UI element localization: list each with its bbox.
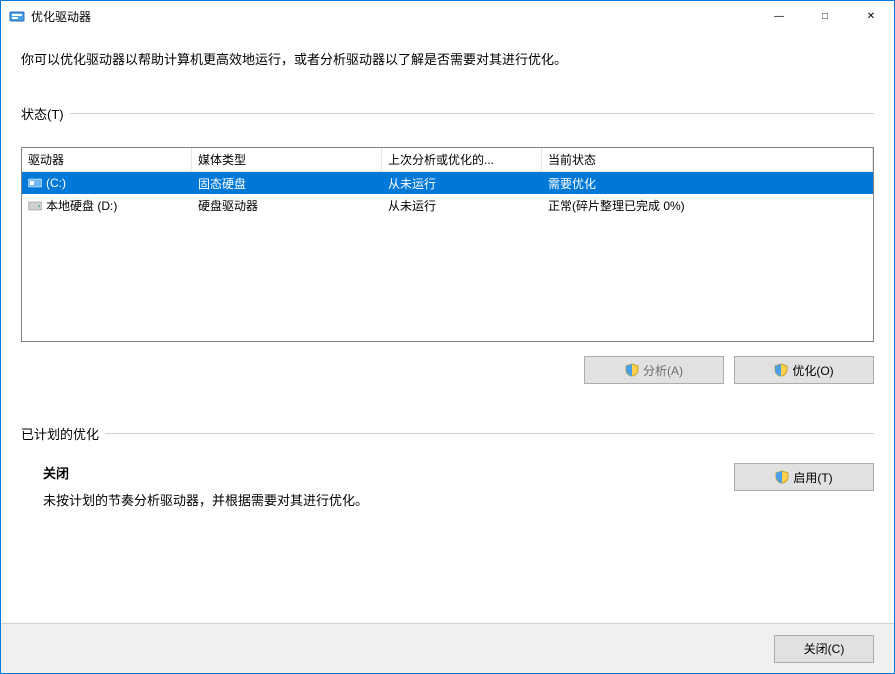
window-title: 优化驱动器 [31, 8, 91, 25]
drive-list[interactable]: 驱动器 媒体类型 上次分析或优化的... 当前状态 (C:) 固态硬盘 从未运行… [21, 147, 874, 342]
schedule-status-title: 关闭 [43, 463, 368, 482]
ssd-icon [28, 177, 42, 189]
schedule-text: 关闭 未按计划的节奏分析驱动器，并根据需要对其进行优化。 [21, 463, 368, 509]
header-last[interactable]: 上次分析或优化的... [382, 148, 542, 171]
drive-c-state: 需要优化 [542, 175, 873, 192]
footer: 关闭(C) [1, 623, 894, 673]
close-button-label: 关闭(C) [804, 640, 845, 657]
app-icon [9, 8, 25, 24]
drive-c-last: 从未运行 [382, 175, 542, 192]
schedule-section: 已计划的优化 关闭 未按计划的节奏分析驱动器，并根据需要对其进行优化。 启用(T… [21, 424, 874, 509]
analyze-button[interactable]: 分析(A) [584, 356, 724, 384]
drive-list-header: 驱动器 媒体类型 上次分析或优化的... 当前状态 [22, 148, 873, 172]
drive-c-name: (C:) [46, 176, 66, 190]
shield-icon [625, 363, 639, 377]
drive-d-media: 硬盘驱动器 [192, 197, 382, 214]
titlebar: 优化驱动器 — □ ✕ [1, 1, 894, 31]
optimize-button-label: 优化(O) [792, 362, 833, 379]
optimize-button[interactable]: 优化(O) [734, 356, 874, 384]
drive-d-state: 正常(碎片整理已完成 0%) [542, 197, 873, 214]
analyze-button-label: 分析(A) [643, 362, 683, 379]
drive-row-d[interactable]: 本地硬盘 (D:) 硬盘驱动器 从未运行 正常(碎片整理已完成 0%) [22, 194, 873, 216]
status-section: 状态(T) 驱动器 媒体类型 上次分析或优化的... 当前状态 (C:) 固态硬… [21, 104, 874, 384]
status-legend: 状态(T) [21, 104, 70, 123]
enable-button-label: 启用(T) [793, 469, 832, 486]
drive-row-c[interactable]: (C:) 固态硬盘 从未运行 需要优化 [22, 172, 873, 194]
header-drive[interactable]: 驱动器 [22, 148, 192, 171]
header-media[interactable]: 媒体类型 [192, 148, 382, 171]
hdd-icon [28, 200, 42, 210]
enable-schedule-button[interactable]: 启用(T) [734, 463, 874, 491]
description-text: 你可以优化驱动器以帮助计算机更高效地运行，或者分析驱动器以了解是否需要对其进行优… [21, 49, 874, 68]
close-button[interactable]: 关闭(C) [774, 635, 874, 663]
window-controls: — □ ✕ [756, 1, 894, 31]
drive-d-last: 从未运行 [382, 197, 542, 214]
status-buttons: 分析(A) 优化(O) [21, 356, 874, 384]
maximize-button[interactable]: □ [802, 1, 848, 31]
shield-icon [775, 470, 789, 484]
drive-c-media: 固态硬盘 [192, 175, 382, 192]
schedule-status-desc: 未按计划的节奏分析驱动器，并根据需要对其进行优化。 [43, 490, 368, 509]
header-state[interactable]: 当前状态 [542, 148, 873, 171]
minimize-button[interactable]: — [756, 1, 802, 31]
drive-d-name: 本地硬盘 (D:) [46, 197, 117, 214]
schedule-legend: 已计划的优化 [21, 424, 105, 443]
shield-icon [774, 363, 788, 377]
close-window-button[interactable]: ✕ [848, 1, 894, 31]
